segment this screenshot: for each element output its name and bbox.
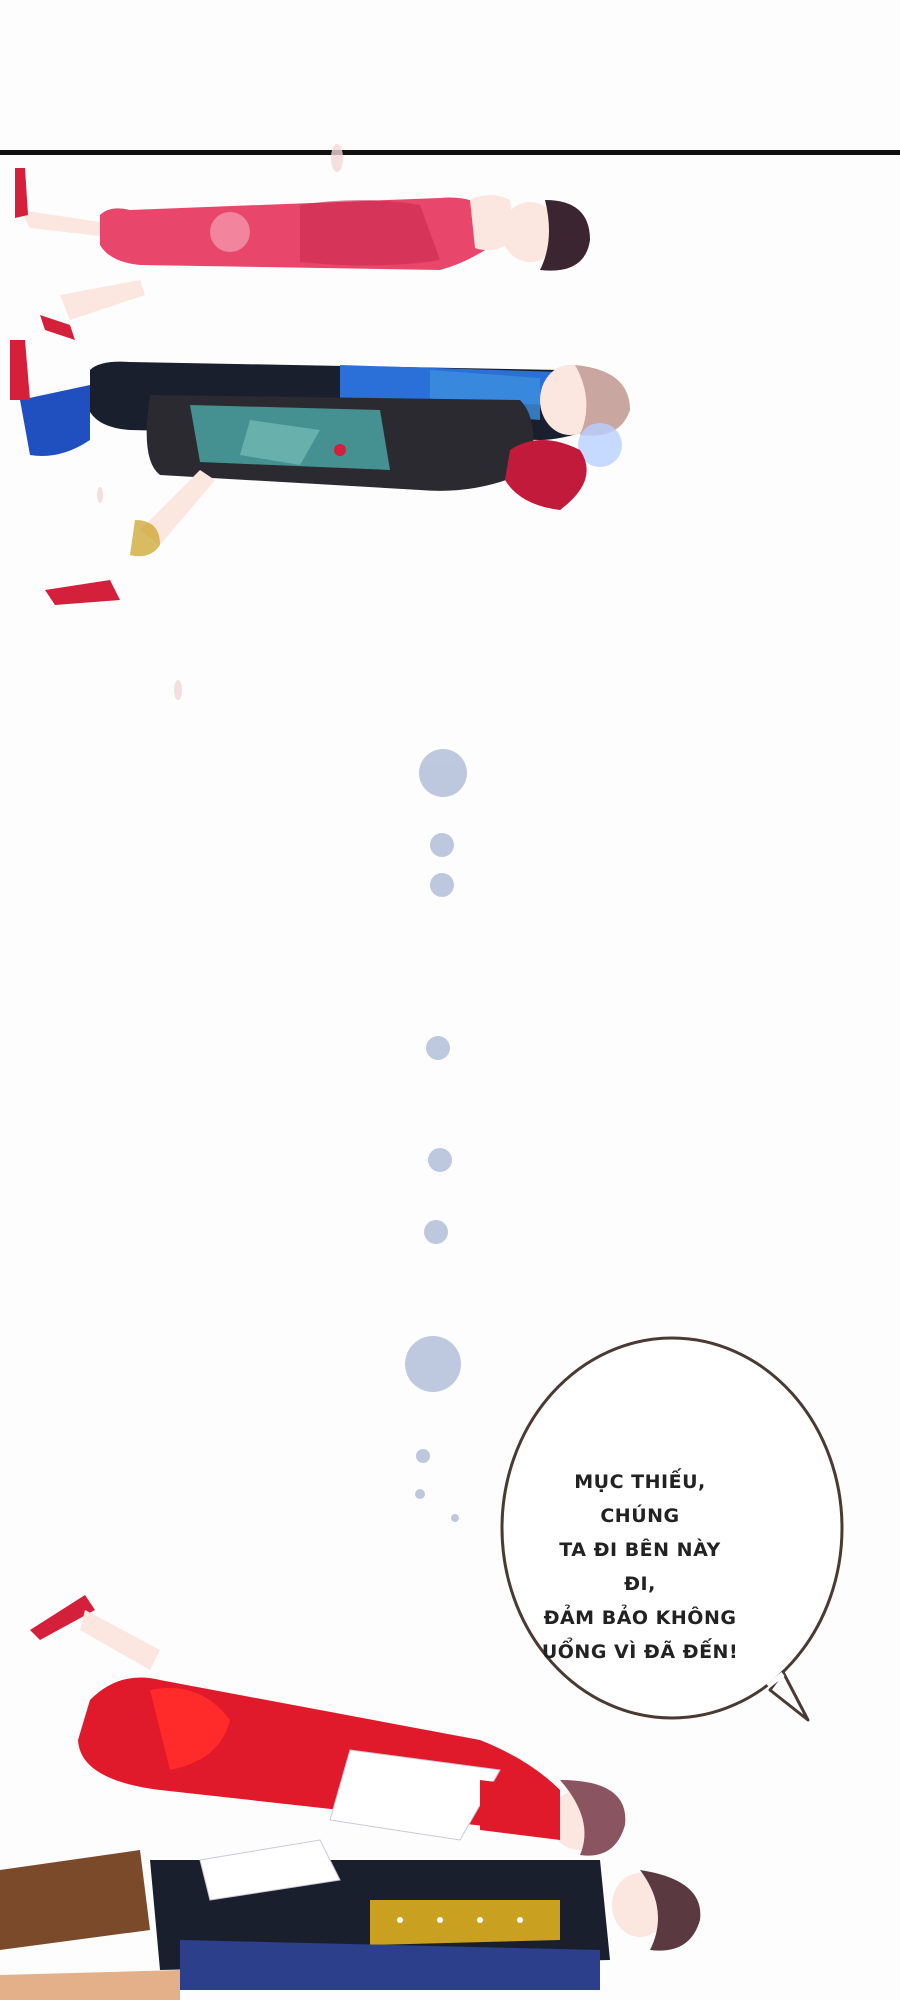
comic-page: MỤC THIẾU, CHÚNG TA ĐI BÊN NÀY ĐI, ĐẢM B…: [0, 0, 900, 2000]
petal: [174, 680, 182, 700]
petal: [331, 144, 343, 172]
speech-line: ĐẢM BẢO KHÔNG: [543, 1607, 737, 1629]
speech-line: MỤC THIẾU, CHÚNG: [574, 1471, 706, 1527]
bokeh-orbs: [405, 749, 467, 1522]
couple-blue-suit-figure: [10, 340, 630, 605]
woman-pink-dress-figure: [15, 168, 590, 340]
man-suit-figure: [0, 1839, 701, 2000]
comic-artwork: [0, 144, 844, 2000]
speech-line: UỔNG VÌ ĐÃ ĐẾN!: [541, 1641, 739, 1663]
speech-bubble-text: MỤC THIẾU, CHÚNG TA ĐI BÊN NÀY ĐI, ĐẢM B…: [540, 1465, 740, 1669]
petal: [97, 487, 103, 503]
speech-line: TA ĐI BÊN NÀY ĐI,: [559, 1539, 721, 1595]
